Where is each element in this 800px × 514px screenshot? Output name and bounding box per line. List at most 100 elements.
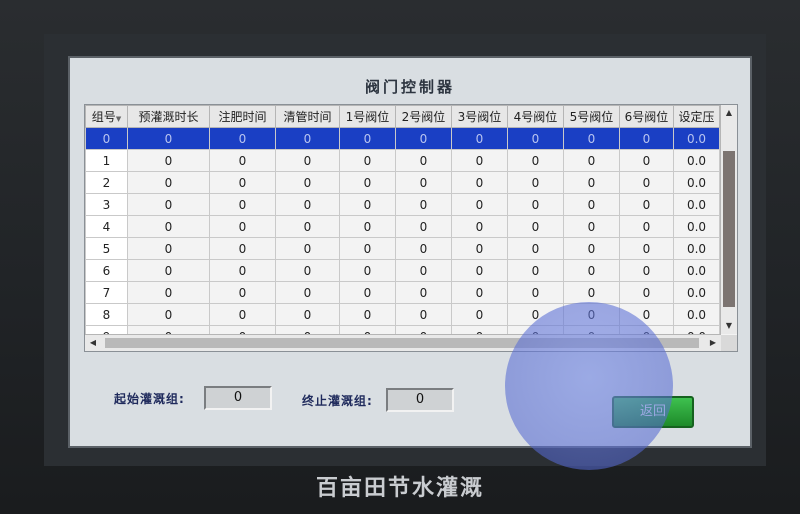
group-number-cell[interactable]: 4 — [85, 215, 128, 238]
table-cell[interactable]: 0 — [395, 281, 452, 304]
table-cell[interactable]: 0 — [507, 259, 564, 282]
table-cell[interactable]: 0 — [275, 149, 340, 172]
table-cell[interactable]: 0 — [339, 193, 396, 216]
column-header[interactable]: 预灌溉时长 — [127, 105, 210, 128]
table-row[interactable]: 4 0 0 0 0 0 0 0 0 0 0.0 — [85, 215, 720, 238]
table-cell[interactable]: 0 — [563, 149, 620, 172]
table-cell[interactable]: 0 — [395, 303, 452, 326]
table-cell[interactable]: 0 — [507, 127, 564, 150]
table-row[interactable]: 7 0 0 0 0 0 0 0 0 0 0.0 — [85, 281, 720, 304]
scroll-down-icon[interactable]: ▼ — [721, 318, 737, 334]
table-cell[interactable]: 0 — [619, 215, 674, 238]
table-cell[interactable]: 0 — [209, 193, 276, 216]
table-cell[interactable]: 0 — [339, 127, 396, 150]
column-header[interactable]: 组号▼ — [85, 105, 128, 128]
column-header[interactable]: 3号阀位 — [451, 105, 508, 128]
column-header[interactable]: 5号阀位 — [563, 105, 620, 128]
table-cell[interactable]: 0 — [275, 127, 340, 150]
table-row[interactable]: 3 0 0 0 0 0 0 0 0 0 0.0 — [85, 193, 720, 216]
table-cell[interactable]: 0 — [209, 259, 276, 282]
column-header[interactable]: 6号阀位 — [619, 105, 674, 128]
table-cell[interactable]: 0 — [395, 259, 452, 282]
table-cell[interactable]: 0 — [451, 281, 508, 304]
table-cell[interactable]: 0.0 — [673, 193, 720, 216]
table-cell[interactable]: 0 — [619, 237, 674, 260]
group-number-cell[interactable]: 3 — [85, 193, 128, 216]
group-number-cell[interactable]: 8 — [85, 303, 128, 326]
table-cell[interactable]: 0 — [395, 171, 452, 194]
table-cell[interactable]: 0 — [507, 149, 564, 172]
scroll-left-icon[interactable]: ◀ — [85, 335, 101, 351]
table-cell[interactable]: 0 — [275, 259, 340, 282]
table-cell[interactable]: 0 — [209, 149, 276, 172]
table-cell[interactable]: 0 — [127, 127, 210, 150]
table-cell[interactable]: 0 — [507, 171, 564, 194]
end-group-field[interactable]: 0 — [386, 388, 454, 412]
table-cell[interactable]: 0 — [339, 149, 396, 172]
table-cell[interactable]: 0 — [563, 171, 620, 194]
table-cell[interactable]: 0 — [619, 193, 674, 216]
table-cell[interactable]: 0 — [563, 281, 620, 304]
table-cell[interactable]: 0 — [395, 127, 452, 150]
table-cell[interactable]: 0 — [127, 237, 210, 260]
table-cell[interactable]: 0.0 — [673, 149, 720, 172]
group-number-cell[interactable]: 0 — [85, 127, 128, 150]
table-cell[interactable]: 0 — [619, 127, 674, 150]
table-cell[interactable]: 0 — [563, 193, 620, 216]
table-cell[interactable]: 0 — [209, 281, 276, 304]
table-cell[interactable]: 0 — [395, 237, 452, 260]
table-cell[interactable]: 0 — [507, 193, 564, 216]
table-cell[interactable]: 0 — [339, 259, 396, 282]
table-row[interactable]: 5 0 0 0 0 0 0 0 0 0 0.0 — [85, 237, 720, 260]
table-cell[interactable]: 0 — [127, 303, 210, 326]
table-cell[interactable]: 0 — [127, 259, 210, 282]
table-cell[interactable]: 0 — [339, 237, 396, 260]
table-cell[interactable]: 0 — [451, 149, 508, 172]
column-header[interactable]: 设定压 — [673, 105, 720, 128]
group-number-cell[interactable]: 2 — [85, 171, 128, 194]
table-cell[interactable]: 0 — [563, 127, 620, 150]
table-cell[interactable]: 0 — [275, 281, 340, 304]
column-header[interactable]: 1号阀位 — [339, 105, 396, 128]
group-number-cell[interactable]: 1 — [85, 149, 128, 172]
column-header[interactable]: 4号阀位 — [507, 105, 564, 128]
table-cell[interactable]: 0.0 — [673, 237, 720, 260]
vertical-scroll-thumb[interactable] — [723, 151, 735, 307]
table-cell[interactable]: 0 — [451, 259, 508, 282]
vertical-scrollbar[interactable]: ▲ ▼ — [720, 105, 737, 334]
table-cell[interactable]: 0 — [563, 237, 620, 260]
table-cell[interactable]: 0 — [451, 237, 508, 260]
table-cell[interactable]: 0 — [451, 303, 508, 326]
table-cell[interactable]: 0 — [619, 171, 674, 194]
table-row[interactable]: 6 0 0 0 0 0 0 0 0 0 0.0 — [85, 259, 720, 282]
column-header[interactable]: 2号阀位 — [395, 105, 452, 128]
group-number-cell[interactable]: 6 — [85, 259, 128, 282]
table-cell[interactable]: 0 — [275, 237, 340, 260]
table-cell[interactable]: 0.0 — [673, 303, 720, 326]
table-cell[interactable]: 0 — [275, 303, 340, 326]
column-header[interactable]: 注肥时间 — [209, 105, 276, 128]
table-cell[interactable]: 0 — [563, 259, 620, 282]
group-number-cell[interactable]: 7 — [85, 281, 128, 304]
table-cell[interactable]: 0 — [339, 171, 396, 194]
table-cell[interactable]: 0 — [275, 171, 340, 194]
table-cell[interactable]: 0 — [209, 171, 276, 194]
table-cell[interactable]: 0 — [395, 215, 452, 238]
table-cell[interactable]: 0.0 — [673, 127, 720, 150]
table-cell[interactable]: 0 — [507, 281, 564, 304]
table-cell[interactable]: 0 — [127, 149, 210, 172]
table-cell[interactable]: 0 — [209, 303, 276, 326]
table-cell[interactable]: 0 — [275, 215, 340, 238]
table-cell[interactable]: 0.0 — [673, 259, 720, 282]
scroll-right-icon[interactable]: ▶ — [705, 335, 721, 351]
table-cell[interactable]: 0 — [127, 281, 210, 304]
table-cell[interactable]: 0 — [619, 259, 674, 282]
table-cell[interactable]: 0 — [339, 303, 396, 326]
table-cell[interactable]: 0 — [507, 237, 564, 260]
table-cell[interactable]: 0 — [619, 281, 674, 304]
table-cell[interactable]: 0 — [563, 215, 620, 238]
start-group-field[interactable]: 0 — [204, 386, 272, 410]
table-cell[interactable]: 0 — [209, 237, 276, 260]
table-cell[interactable]: 0 — [339, 281, 396, 304]
table-cell[interactable]: 0 — [619, 149, 674, 172]
